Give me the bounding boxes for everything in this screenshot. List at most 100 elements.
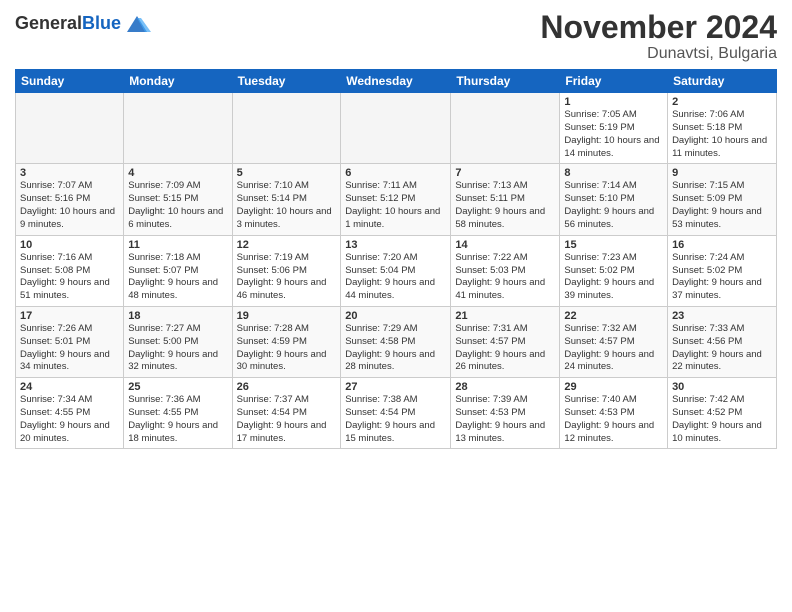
day-info: Sunrise: 7:36 AMSunset: 4:55 PMDaylight:… bbox=[128, 394, 227, 445]
calendar-cell: 11Sunrise: 7:18 AMSunset: 5:07 PMDayligh… bbox=[124, 235, 232, 306]
calendar-cell: 5Sunrise: 7:10 AMSunset: 5:14 PMDaylight… bbox=[232, 164, 341, 235]
calendar-cell: 27Sunrise: 7:38 AMSunset: 4:54 PMDayligh… bbox=[341, 378, 451, 449]
calendar-cell: 7Sunrise: 7:13 AMSunset: 5:11 PMDaylight… bbox=[451, 164, 560, 235]
day-number: 4 bbox=[128, 167, 227, 179]
day-info: Sunrise: 7:31 AMSunset: 4:57 PMDaylight:… bbox=[455, 323, 555, 374]
day-number: 6 bbox=[345, 167, 446, 179]
calendar-cell: 28Sunrise: 7:39 AMSunset: 4:53 PMDayligh… bbox=[451, 378, 560, 449]
calendar-day-header: Monday bbox=[124, 70, 232, 93]
day-number: 5 bbox=[237, 167, 337, 179]
day-info: Sunrise: 7:07 AMSunset: 5:16 PMDaylight:… bbox=[20, 180, 119, 231]
calendar-cell: 17Sunrise: 7:26 AMSunset: 5:01 PMDayligh… bbox=[16, 306, 124, 377]
calendar-cell bbox=[451, 93, 560, 164]
day-info: Sunrise: 7:20 AMSunset: 5:04 PMDaylight:… bbox=[345, 252, 446, 303]
day-number: 18 bbox=[128, 310, 227, 322]
day-number: 27 bbox=[345, 381, 446, 393]
logo-icon bbox=[123, 10, 151, 38]
calendar-cell: 8Sunrise: 7:14 AMSunset: 5:10 PMDaylight… bbox=[560, 164, 668, 235]
day-number: 14 bbox=[455, 239, 555, 251]
calendar-cell: 21Sunrise: 7:31 AMSunset: 4:57 PMDayligh… bbox=[451, 306, 560, 377]
day-info: Sunrise: 7:42 AMSunset: 4:52 PMDaylight:… bbox=[672, 394, 772, 445]
day-number: 21 bbox=[455, 310, 555, 322]
day-info: Sunrise: 7:19 AMSunset: 5:06 PMDaylight:… bbox=[237, 252, 337, 303]
calendar-day-header: Saturday bbox=[668, 70, 777, 93]
day-info: Sunrise: 7:10 AMSunset: 5:14 PMDaylight:… bbox=[237, 180, 337, 231]
day-info: Sunrise: 7:15 AMSunset: 5:09 PMDaylight:… bbox=[672, 180, 772, 231]
day-number: 22 bbox=[564, 310, 663, 322]
day-info: Sunrise: 7:23 AMSunset: 5:02 PMDaylight:… bbox=[564, 252, 663, 303]
day-number: 28 bbox=[455, 381, 555, 393]
calendar-cell: 1Sunrise: 7:05 AMSunset: 5:19 PMDaylight… bbox=[560, 93, 668, 164]
calendar-cell: 4Sunrise: 7:09 AMSunset: 5:15 PMDaylight… bbox=[124, 164, 232, 235]
calendar-cell: 14Sunrise: 7:22 AMSunset: 5:03 PMDayligh… bbox=[451, 235, 560, 306]
day-info: Sunrise: 7:32 AMSunset: 4:57 PMDaylight:… bbox=[564, 323, 663, 374]
calendar-cell: 20Sunrise: 7:29 AMSunset: 4:58 PMDayligh… bbox=[341, 306, 451, 377]
calendar-day-header: Tuesday bbox=[232, 70, 341, 93]
day-number: 30 bbox=[672, 381, 772, 393]
day-info: Sunrise: 7:27 AMSunset: 5:00 PMDaylight:… bbox=[128, 323, 227, 374]
calendar-cell: 6Sunrise: 7:11 AMSunset: 5:12 PMDaylight… bbox=[341, 164, 451, 235]
day-info: Sunrise: 7:26 AMSunset: 5:01 PMDaylight:… bbox=[20, 323, 119, 374]
day-number: 9 bbox=[672, 167, 772, 179]
day-info: Sunrise: 7:33 AMSunset: 4:56 PMDaylight:… bbox=[672, 323, 772, 374]
day-info: Sunrise: 7:39 AMSunset: 4:53 PMDaylight:… bbox=[455, 394, 555, 445]
calendar-day-header: Wednesday bbox=[341, 70, 451, 93]
calendar-week-row: 24Sunrise: 7:34 AMSunset: 4:55 PMDayligh… bbox=[16, 378, 777, 449]
day-number: 19 bbox=[237, 310, 337, 322]
day-number: 10 bbox=[20, 239, 119, 251]
calendar-cell: 23Sunrise: 7:33 AMSunset: 4:56 PMDayligh… bbox=[668, 306, 777, 377]
page: GeneralBlue November 2024 Dunavtsi, Bulg… bbox=[0, 0, 792, 612]
logo: GeneralBlue bbox=[15, 10, 151, 38]
day-number: 15 bbox=[564, 239, 663, 251]
calendar-cell: 16Sunrise: 7:24 AMSunset: 5:02 PMDayligh… bbox=[668, 235, 777, 306]
calendar-cell: 19Sunrise: 7:28 AMSunset: 4:59 PMDayligh… bbox=[232, 306, 341, 377]
title-block: November 2024 Dunavtsi, Bulgaria bbox=[540, 10, 777, 63]
day-info: Sunrise: 7:24 AMSunset: 5:02 PMDaylight:… bbox=[672, 252, 772, 303]
calendar-cell: 3Sunrise: 7:07 AMSunset: 5:16 PMDaylight… bbox=[16, 164, 124, 235]
day-number: 7 bbox=[455, 167, 555, 179]
calendar-cell: 2Sunrise: 7:06 AMSunset: 5:18 PMDaylight… bbox=[668, 93, 777, 164]
day-number: 20 bbox=[345, 310, 446, 322]
day-info: Sunrise: 7:13 AMSunset: 5:11 PMDaylight:… bbox=[455, 180, 555, 231]
day-info: Sunrise: 7:11 AMSunset: 5:12 PMDaylight:… bbox=[345, 180, 446, 231]
calendar-cell: 10Sunrise: 7:16 AMSunset: 5:08 PMDayligh… bbox=[16, 235, 124, 306]
day-info: Sunrise: 7:37 AMSunset: 4:54 PMDaylight:… bbox=[237, 394, 337, 445]
day-number: 26 bbox=[237, 381, 337, 393]
day-number: 1 bbox=[564, 96, 663, 108]
day-info: Sunrise: 7:38 AMSunset: 4:54 PMDaylight:… bbox=[345, 394, 446, 445]
calendar-cell bbox=[124, 93, 232, 164]
day-number: 29 bbox=[564, 381, 663, 393]
day-number: 24 bbox=[20, 381, 119, 393]
calendar-cell bbox=[341, 93, 451, 164]
day-number: 13 bbox=[345, 239, 446, 251]
calendar-cell: 30Sunrise: 7:42 AMSunset: 4:52 PMDayligh… bbox=[668, 378, 777, 449]
day-info: Sunrise: 7:05 AMSunset: 5:19 PMDaylight:… bbox=[564, 109, 663, 160]
day-info: Sunrise: 7:40 AMSunset: 4:53 PMDaylight:… bbox=[564, 394, 663, 445]
day-number: 2 bbox=[672, 96, 772, 108]
calendar-day-header: Sunday bbox=[16, 70, 124, 93]
day-number: 11 bbox=[128, 239, 227, 251]
day-number: 17 bbox=[20, 310, 119, 322]
day-info: Sunrise: 7:29 AMSunset: 4:58 PMDaylight:… bbox=[345, 323, 446, 374]
calendar-day-header: Friday bbox=[560, 70, 668, 93]
month-title: November 2024 bbox=[540, 10, 777, 45]
calendar-cell: 13Sunrise: 7:20 AMSunset: 5:04 PMDayligh… bbox=[341, 235, 451, 306]
calendar-cell bbox=[16, 93, 124, 164]
logo-text: GeneralBlue bbox=[15, 14, 121, 34]
calendar-cell: 26Sunrise: 7:37 AMSunset: 4:54 PMDayligh… bbox=[232, 378, 341, 449]
calendar-week-row: 10Sunrise: 7:16 AMSunset: 5:08 PMDayligh… bbox=[16, 235, 777, 306]
calendar-cell bbox=[232, 93, 341, 164]
day-info: Sunrise: 7:16 AMSunset: 5:08 PMDaylight:… bbox=[20, 252, 119, 303]
calendar-cell: 25Sunrise: 7:36 AMSunset: 4:55 PMDayligh… bbox=[124, 378, 232, 449]
calendar-cell: 18Sunrise: 7:27 AMSunset: 5:00 PMDayligh… bbox=[124, 306, 232, 377]
header: GeneralBlue November 2024 Dunavtsi, Bulg… bbox=[15, 10, 777, 63]
calendar-week-row: 1Sunrise: 7:05 AMSunset: 5:19 PMDaylight… bbox=[16, 93, 777, 164]
calendar-day-header: Thursday bbox=[451, 70, 560, 93]
day-number: 3 bbox=[20, 167, 119, 179]
calendar-cell: 12Sunrise: 7:19 AMSunset: 5:06 PMDayligh… bbox=[232, 235, 341, 306]
day-info: Sunrise: 7:28 AMSunset: 4:59 PMDaylight:… bbox=[237, 323, 337, 374]
calendar-cell: 15Sunrise: 7:23 AMSunset: 5:02 PMDayligh… bbox=[560, 235, 668, 306]
day-info: Sunrise: 7:14 AMSunset: 5:10 PMDaylight:… bbox=[564, 180, 663, 231]
calendar-cell: 29Sunrise: 7:40 AMSunset: 4:53 PMDayligh… bbox=[560, 378, 668, 449]
day-number: 8 bbox=[564, 167, 663, 179]
